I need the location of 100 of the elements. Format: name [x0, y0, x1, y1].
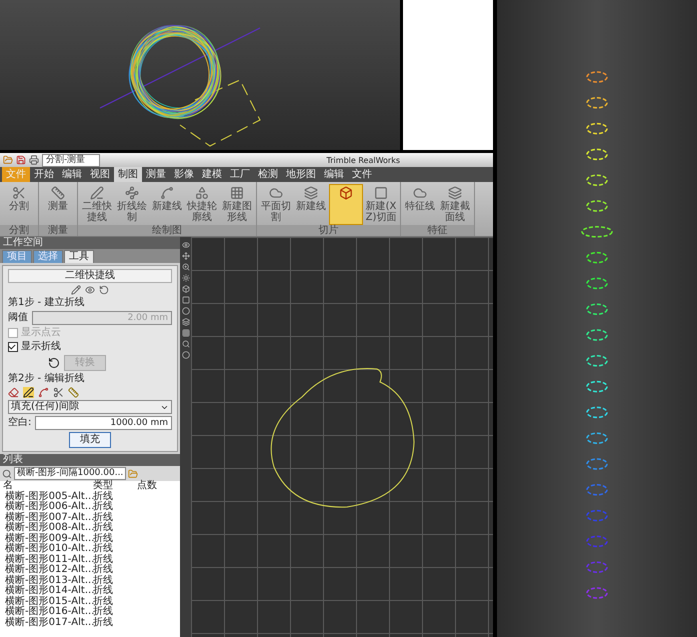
filter-field[interactable]: 横断-图形-间隔1000.00... — [14, 467, 126, 480]
ribbon-button[interactable]: 测量 — [41, 184, 75, 225]
list-item[interactable]: 横断-图形010-Alt... — [3, 544, 93, 554]
eye-icon[interactable] — [85, 285, 95, 295]
ribbon-tab[interactable]: 开始 — [30, 167, 58, 182]
ribbon-tab[interactable]: 测量 — [142, 167, 170, 182]
fill-mode-dropdown[interactable]: 填充(任何)间隙 — [8, 400, 172, 414]
pencil-icon[interactable] — [71, 285, 81, 295]
ribbon-button[interactable]: 平面切割 — [259, 184, 293, 225]
ruler-icon[interactable] — [68, 387, 79, 398]
layers-icon — [448, 186, 462, 200]
gap-field[interactable]: 1000.00 mm — [35, 416, 172, 430]
grid-icon — [230, 186, 244, 200]
ribbon-button[interactable]: 分割 — [2, 184, 36, 225]
ribbon-tab[interactable]: 文件 — [348, 167, 376, 182]
list-item[interactable]: 横断-图形011-Alt... — [3, 554, 93, 565]
tool-icon[interactable] — [182, 274, 190, 282]
scissors-icon[interactable] — [53, 387, 64, 398]
eraser-icon[interactable] — [8, 387, 19, 398]
pen-icon — [90, 186, 104, 200]
ribbon-tab[interactable]: 制图 — [114, 167, 142, 182]
ribbon-tab[interactable]: 影像 — [170, 167, 198, 182]
curve-icon — [160, 186, 174, 200]
ribbon-group-label: 特征 — [401, 225, 474, 236]
table-cell-text: 折线 — [93, 512, 114, 522]
cube-icon — [339, 186, 353, 200]
ribbon-tab[interactable]: 地形图 — [282, 167, 320, 182]
ribbon-button[interactable]: 新建线 — [294, 184, 328, 225]
tool-icon[interactable] — [182, 241, 190, 249]
undo-icon[interactable] — [99, 285, 109, 295]
ribbon-tab[interactable]: 建模 — [198, 167, 226, 182]
panel-header: 工作空间 — [0, 237, 180, 249]
ribbon-button[interactable]: 新建图形线 — [220, 184, 254, 225]
pen-icon[interactable] — [23, 387, 34, 398]
search-icon[interactable] — [2, 468, 12, 478]
table-cell-text: 折线 — [93, 576, 114, 586]
ribbon-tab[interactable]: 编辑 — [320, 167, 348, 182]
curve-icon[interactable] — [38, 387, 49, 398]
tool-icon[interactable] — [182, 351, 190, 359]
tool-icon[interactable] — [182, 329, 190, 337]
polyline-icon — [125, 186, 139, 200]
square-icon — [374, 186, 388, 200]
shapes-icon — [195, 186, 209, 200]
cloud-icon — [413, 186, 427, 200]
tool-title: 二维快捷线 — [8, 269, 172, 283]
ribbon-tab[interactable]: 工厂 — [226, 167, 254, 182]
save-icon[interactable] — [16, 155, 26, 165]
table-cell-text: 折线 — [93, 502, 114, 512]
table-cell-text: 折线 — [93, 554, 114, 564]
checkbox-option[interactable]: 显示折线 — [8, 341, 172, 353]
threshold-label: 阈值 — [8, 312, 28, 324]
table-cell-text: 折线 — [93, 492, 114, 502]
table-cell-text: 折线 — [93, 565, 114, 575]
list-item[interactable]: 横断-图形009-Alt... — [3, 534, 93, 544]
quick-access-field[interactable]: 分割-测量 — [42, 154, 100, 166]
gap-label: 空白: — [8, 417, 32, 429]
list-item[interactable]: 横断-图形008-Alt... — [3, 523, 93, 534]
tool-icon[interactable] — [182, 263, 190, 271]
ribbon-button[interactable] — [329, 184, 363, 225]
window-title: Trimble RealWorks — [326, 156, 401, 164]
list-item[interactable]: 横断-图形014-Alt... — [3, 586, 93, 596]
fill-button[interactable]: 填充 — [69, 432, 111, 448]
list-item[interactable]: 横断-图形007-Alt... — [3, 512, 93, 523]
list-item[interactable]: 横断-图形005-Alt... — [3, 492, 93, 502]
workspace-tab[interactable]: 工具 — [64, 250, 94, 263]
list-item[interactable]: 横断-图形006-Alt... — [3, 502, 93, 512]
ribbon-button[interactable]: 新建线 — [150, 184, 184, 225]
ribbon-button[interactable]: 新建截面线 — [438, 184, 472, 225]
step-label: 第1步 - 建立折线 — [8, 297, 86, 309]
ribbon-tab[interactable]: 检测 — [254, 167, 282, 182]
tool-icon[interactable] — [182, 252, 190, 260]
undo-icon[interactable] — [48, 357, 60, 369]
list-item[interactable]: 横断-图形013-Alt... — [3, 576, 93, 586]
ribbon-button[interactable]: 快捷轮廓线 — [185, 184, 219, 225]
list-item[interactable]: 横断-图形015-Alt... — [3, 596, 93, 607]
ribbon-button[interactable]: 二维快捷线 — [80, 184, 114, 225]
ribbon-button[interactable]: 特征线 — [403, 184, 437, 225]
list-item[interactable]: 横断-图形017-Alt... — [3, 618, 93, 628]
tool-icon[interactable] — [182, 318, 190, 326]
layers-icon — [304, 186, 318, 200]
open-icon[interactable] — [3, 155, 13, 165]
tool-icon[interactable] — [182, 285, 190, 293]
table-cell-text: 折线 — [93, 607, 114, 617]
ribbon-tab[interactable]: 编辑 — [58, 167, 86, 182]
step-label: 第2步 - 编辑折线 — [8, 373, 86, 385]
ribbon-button[interactable]: 新建(XZ)切面 — [364, 184, 398, 225]
column-header: 类型 — [93, 481, 114, 491]
ribbon-button[interactable]: 折线绘制 — [115, 184, 149, 225]
ribbon-group-label: 测量 — [39, 225, 77, 236]
tool-icon[interactable] — [182, 340, 190, 348]
table-cell-text: 折线 — [93, 596, 114, 606]
list-item[interactable]: 横断-图形012-Alt... — [3, 565, 93, 576]
table-cell-text: 折线 — [93, 618, 114, 628]
printer-icon[interactable] — [29, 155, 39, 165]
ribbon-group-label: 分割 — [0, 225, 38, 236]
column-header: 名 — [3, 481, 13, 491]
list-item[interactable]: 横断-图形016-Alt... — [3, 607, 93, 618]
table-cell-text: 折线 — [93, 544, 114, 554]
ribbon-group-label: 切片 — [257, 225, 400, 236]
ribbon-tab[interactable]: 视图 — [86, 167, 114, 182]
